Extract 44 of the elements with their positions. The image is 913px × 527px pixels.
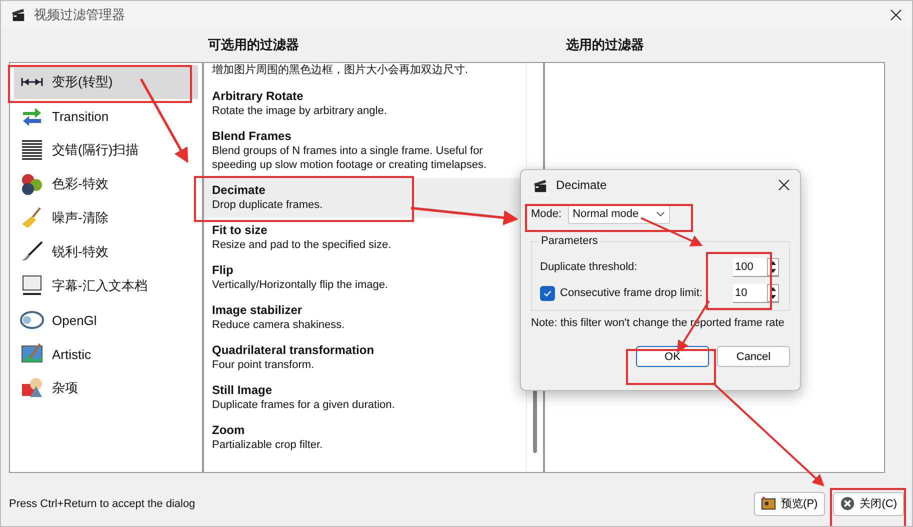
- category-item[interactable]: 交错(隔行)扫描: [14, 133, 198, 167]
- close-icon: [840, 496, 855, 511]
- filter-item[interactable]: Arbitrary Rotate Rotate the image by arbitrary angle.: [204, 84, 526, 124]
- category-item[interactable]: 字幕-汇入文本档: [14, 269, 198, 303]
- drop-limit-spinbox[interactable]: 10: [733, 284, 779, 302]
- clapperboard-icon: [533, 178, 548, 192]
- lines-icon: [20, 138, 44, 162]
- opengl-logo-icon: [20, 308, 44, 332]
- group-label: Parameters: [539, 235, 600, 247]
- subtitle-icon: [20, 274, 44, 298]
- category-item[interactable]: 色彩-特效: [14, 167, 198, 201]
- dialog-title: Decimate: [556, 178, 607, 192]
- threshold-label: Duplicate threshold:: [540, 261, 638, 273]
- filter-item[interactable]: Blend Frames Blend groups of N frames into a single frame. Useful for speeding up slow motion footage or creating timelapses.: [204, 124, 526, 178]
- annotation-arrow: [640, 217, 703, 246]
- active-filters-heading: 选用的过滤器: [566, 36, 645, 54]
- mode-label: Mode:: [531, 208, 562, 220]
- category-item[interactable]: OpenGl: [14, 303, 198, 337]
- clapperboard-icon: [11, 7, 26, 22]
- threshold-spinbox[interactable]: 100: [733, 258, 779, 276]
- close-icon[interactable]: [778, 179, 790, 191]
- drop-limit-label: Consecutive frame drop limit:: [560, 287, 702, 299]
- close-icon[interactable]: [890, 8, 902, 20]
- close-button[interactable]: 关闭(C): [832, 492, 904, 516]
- checkbox[interactable]: [540, 286, 555, 300]
- caret-icon: [656, 211, 665, 217]
- highlight-box: [706, 252, 772, 310]
- filter-item[interactable]: Zoom Partializable crop filter.: [204, 418, 526, 458]
- color-balls-icon: [20, 172, 44, 196]
- shapes-icon: [20, 376, 44, 400]
- category-item[interactable]: Artistic: [14, 337, 198, 371]
- available-filters-heading: 可选用的过滤器: [208, 36, 300, 54]
- filter-item[interactable]: Still Image Duplicate frames for a given duration.: [204, 378, 526, 418]
- category-item[interactable]: 变形(转型): [14, 65, 198, 99]
- cancel-button[interactable]: Cancel: [717, 346, 790, 367]
- preview-button[interactable]: 预览(P): [754, 492, 825, 516]
- category-item[interactable]: 噪声-清除: [14, 201, 198, 235]
- image-icon: [761, 496, 776, 511]
- category-item[interactable]: 锐利-特效: [14, 235, 198, 269]
- filter-description: 增加图片周围的黑色边框，图片大小会再加双边尺寸.: [212, 64, 470, 76]
- window-title: 视频过滤管理器: [34, 6, 125, 24]
- category-item[interactable]: Transition: [14, 99, 198, 133]
- category-item[interactable]: 杂项: [14, 371, 198, 405]
- status-hint: Press Ctrl+Return to accept the dialog: [9, 498, 196, 510]
